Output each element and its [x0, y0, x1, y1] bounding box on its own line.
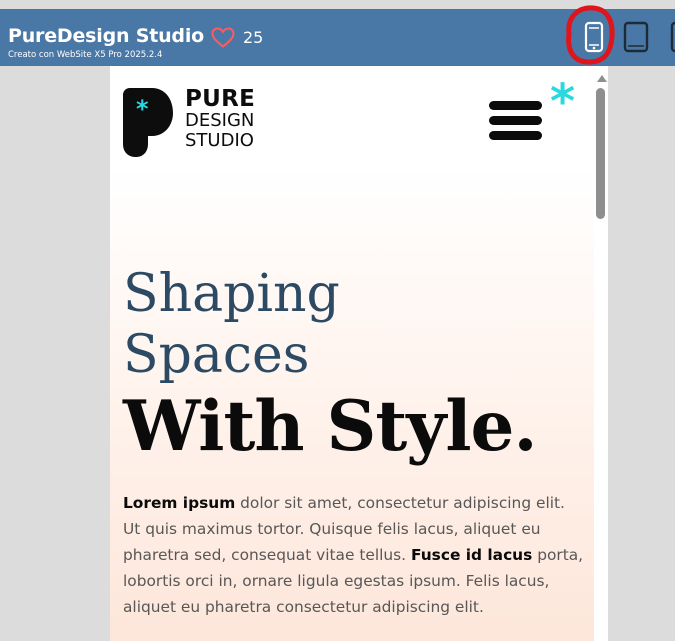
logo-mark-icon: * — [123, 88, 173, 157]
paragraph-bold-1: Lorem ipsum — [123, 494, 236, 512]
asterisk-decoration: * — [550, 74, 576, 130]
builder-credit: Creato con WebSite X5 Pro 2025.2.4 — [8, 50, 163, 60]
scroll-up-arrow-icon[interactable] — [597, 75, 607, 82]
tablet-view-button[interactable] — [622, 20, 650, 54]
preview-header: PureDesign Studio Creato con WebSite X5 … — [0, 5, 675, 66]
desktop-icon — [670, 21, 675, 53]
headline-line-1: Shaping — [123, 264, 340, 324]
logo-line-2: DESIGN — [185, 110, 255, 131]
headline-line-2: Spaces — [123, 325, 310, 385]
heart-icon — [211, 27, 235, 48]
tablet-icon — [623, 21, 649, 53]
logo-line-3: STUDIO — [185, 130, 254, 151]
hamburger-menu-icon[interactable] — [488, 99, 544, 143]
logo-wordmark: PURE DESIGN STUDIO — [185, 88, 255, 152]
like-count: 25 — [243, 28, 264, 47]
svg-text:*: * — [136, 95, 149, 123]
headline-light: Shaping Spaces — [123, 264, 340, 386]
phone-view-button[interactable] — [580, 20, 608, 54]
headline-bold: With Style. — [123, 386, 537, 467]
scrollbar-thumb[interactable] — [596, 88, 605, 219]
mobile-preview-frame[interactable]: * PURE DESIGN STUDIO * Shaping Spaces Wi… — [110, 66, 608, 641]
like-button[interactable]: 25 — [211, 25, 271, 51]
paragraph-bold-2: Fusce id lacus — [410, 546, 533, 564]
phone-icon — [584, 21, 604, 53]
desktop-view-button[interactable] — [669, 20, 675, 54]
intro-paragraph: Lorem ipsum dolor sit amet, consectetur … — [123, 490, 587, 620]
logo-line-1: PURE — [185, 86, 256, 112]
site-title: PureDesign Studio — [8, 25, 204, 47]
site-logo[interactable]: * PURE DESIGN STUDIO — [122, 86, 262, 160]
